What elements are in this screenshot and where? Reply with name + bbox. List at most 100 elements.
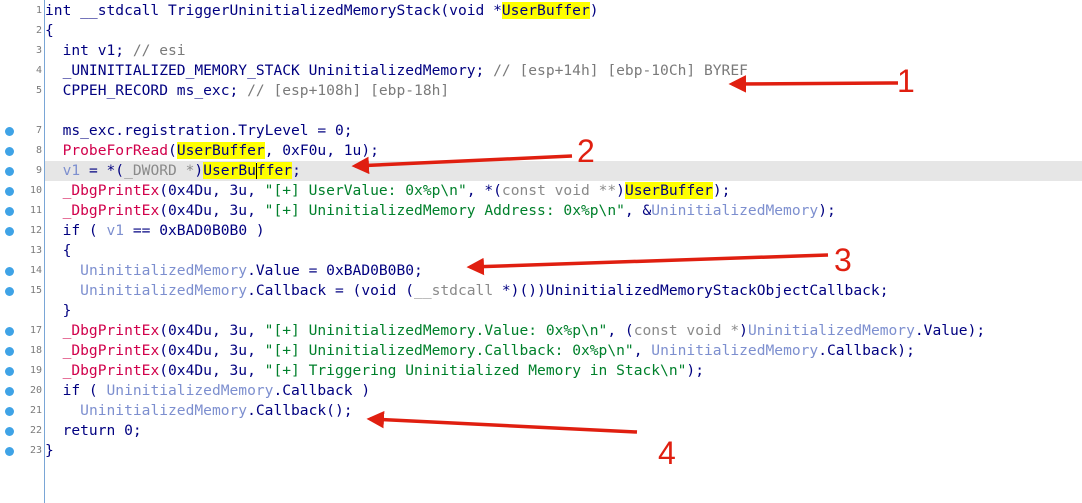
- code-line[interactable]: UninitializedMemory.Value = 0xBAD0B0B0;: [45, 261, 1082, 281]
- highlighted-identifier[interactable]: ffer: [256, 162, 293, 179]
- code-token: (: [168, 142, 177, 159]
- local-variable[interactable]: UninitializedMemory: [748, 322, 915, 339]
- local-variable[interactable]: UninitializedMemory: [651, 202, 818, 219]
- line-number: 20: [29, 385, 42, 396]
- code-line[interactable]: _DbgPrintEx(0x4Du, 3u, "[+] Triggering U…: [45, 361, 1082, 381]
- code-token: .Callback);: [818, 342, 915, 359]
- code-token: }: [45, 302, 72, 319]
- code-token: .Callback = (void (: [247, 282, 415, 299]
- code-line[interactable]: int __stdcall TriggerUninitializedMemory…: [45, 1, 1082, 21]
- highlighted-identifier[interactable]: UserBuffer: [624, 182, 713, 199]
- code-line[interactable]: {: [45, 21, 1082, 41]
- code-line[interactable]: _DbgPrintEx(0x4Du, 3u, "[+] Uninitialize…: [45, 201, 1082, 221]
- code-token: {: [45, 242, 72, 259]
- line-number: 22: [29, 425, 42, 436]
- breakpoint-dot-icon[interactable]: [5, 367, 14, 376]
- code-token: CPPEH_RECORD ms_exc;: [45, 82, 248, 99]
- function-name[interactable]: _DbgPrintEx: [63, 342, 160, 359]
- breakpoint-dot-icon[interactable]: [5, 187, 14, 196]
- breakpoint-dot-icon[interactable]: [5, 227, 14, 236]
- breakpoint-dot-icon[interactable]: [5, 287, 14, 296]
- line-number: 23: [29, 445, 42, 456]
- code-token: _UNINITIALIZED_MEMORY_STACK Uninitialize…: [45, 62, 494, 79]
- string-literal: "[+] Triggering Uninitialized Memory in …: [264, 362, 687, 379]
- type-token: const void *: [633, 322, 740, 339]
- breakpoint-dot-icon[interactable]: [5, 167, 14, 176]
- code-token: if (: [45, 222, 107, 239]
- function-name[interactable]: _DbgPrintEx: [63, 202, 160, 219]
- code-token: , &: [624, 202, 652, 219]
- code-token: ms_exc.registration.TryLevel = 0;: [45, 122, 353, 139]
- code-token: .Callback();: [247, 402, 353, 419]
- code-line[interactable]: }: [45, 441, 1082, 461]
- code-line[interactable]: {: [45, 241, 1082, 261]
- code-line[interactable]: return 0;: [45, 421, 1082, 441]
- code-line[interactable]: UninitializedMemory.Callback();: [45, 401, 1082, 421]
- function-name[interactable]: ProbeForRead: [63, 142, 168, 159]
- code-line-current[interactable]: v1 = *(_DWORD *)UserBuffer;: [45, 161, 1082, 181]
- line-number: 9: [35, 165, 42, 176]
- local-variable[interactable]: UninitializedMemory: [80, 282, 247, 299]
- code-line[interactable]: int v1; // esi: [45, 41, 1082, 61]
- code-line[interactable]: ms_exc.registration.TryLevel = 0;: [45, 121, 1082, 141]
- line-number: 18: [29, 345, 42, 356]
- code-line[interactable]: ProbeForRead(UserBuffer, 0xF0u, 1u);: [45, 141, 1082, 161]
- code-line[interactable]: CPPEH_RECORD ms_exc; // [esp+108h] [ebp-…: [45, 81, 1082, 101]
- string-literal: "[+] UninitializedMemory.Value: 0x%p\n": [264, 322, 608, 339]
- code-line[interactable]: [45, 101, 1082, 121]
- local-variable[interactable]: UninitializedMemory: [80, 402, 247, 419]
- highlighted-identifier[interactable]: UserBu: [203, 162, 256, 179]
- code-line[interactable]: }: [45, 301, 1082, 321]
- breakpoint-dot-icon[interactable]: [5, 407, 14, 416]
- code-line[interactable]: if ( v1 == 0xBAD0B0B0 ): [45, 221, 1082, 241]
- local-variable[interactable]: UninitializedMemory: [107, 382, 274, 399]
- line-number: 2: [35, 25, 42, 36]
- line-number: 8: [35, 145, 42, 156]
- local-variable[interactable]: UninitializedMemory: [651, 342, 818, 359]
- code-line[interactable]: _DbgPrintEx(0x4Du, 3u, "[+] Uninitialize…: [45, 321, 1082, 341]
- code-token: , *(: [466, 182, 502, 199]
- breakpoint-dot-icon[interactable]: [5, 267, 14, 276]
- code-line[interactable]: UninitializedMemory.Callback = (void (__…: [45, 281, 1082, 301]
- code-token: , 0xF0u, 1u);: [264, 142, 379, 159]
- breakpoint-dot-icon[interactable]: [5, 327, 14, 336]
- code-token: (0x4Du, 3u,: [159, 322, 265, 339]
- breakpoint-dot-icon[interactable]: [5, 347, 14, 356]
- code-token: (0x4Du, 3u,: [159, 202, 265, 219]
- function-name[interactable]: _DbgPrintEx: [63, 322, 160, 339]
- code-token: (0x4Du, 3u,: [159, 182, 265, 199]
- breakpoint-dot-icon[interactable]: [5, 447, 14, 456]
- code-token: .Value);: [914, 322, 986, 339]
- local-variable[interactable]: v1: [107, 222, 125, 239]
- code-comment: // esi: [132, 42, 186, 59]
- code-token: }: [45, 442, 54, 459]
- breakpoint-dot-icon[interactable]: [5, 147, 14, 156]
- function-name[interactable]: _DbgPrintEx: [63, 362, 160, 379]
- breakpoint-dot-icon[interactable]: [5, 427, 14, 436]
- breakpoint-dot-icon[interactable]: [5, 127, 14, 136]
- local-variable[interactable]: UninitializedMemory: [80, 262, 247, 279]
- line-number: 5: [35, 85, 42, 96]
- highlighted-identifier[interactable]: UserBuffer: [176, 142, 265, 159]
- code-token: int v1;: [45, 42, 133, 59]
- breakpoint-dot-icon[interactable]: [5, 207, 14, 216]
- breakpoint-gutter[interactable]: [0, 0, 22, 503]
- code-line[interactable]: _DbgPrintEx(0x4Du, 3u, "[+] Uninitialize…: [45, 341, 1082, 361]
- code-line[interactable]: if ( UninitializedMemory.Callback ): [45, 381, 1082, 401]
- breakpoint-dot-icon[interactable]: [5, 387, 14, 396]
- code-line[interactable]: _UNINITIALIZED_MEMORY_STACK Uninitialize…: [45, 61, 1082, 81]
- code-token: );: [686, 362, 704, 379]
- line-number: 3: [35, 45, 42, 56]
- line-number: 1: [35, 5, 42, 16]
- highlighted-identifier[interactable]: UserBuffer: [501, 2, 590, 19]
- function-name[interactable]: _DbgPrintEx: [63, 182, 160, 199]
- line-number: 11: [29, 205, 42, 216]
- code-area[interactable]: int __stdcall TriggerUninitializedMemory…: [45, 0, 1082, 503]
- local-variable[interactable]: v1: [63, 162, 81, 179]
- code-line[interactable]: _DbgPrintEx(0x4Du, 3u, "[+] UserValue: 0…: [45, 181, 1082, 201]
- pseudocode-editor[interactable]: 1 2 3 4 5 7 8 9 10 11 12 13 14 15 17 18 19 20 21 22 23 int _…: [0, 0, 1082, 503]
